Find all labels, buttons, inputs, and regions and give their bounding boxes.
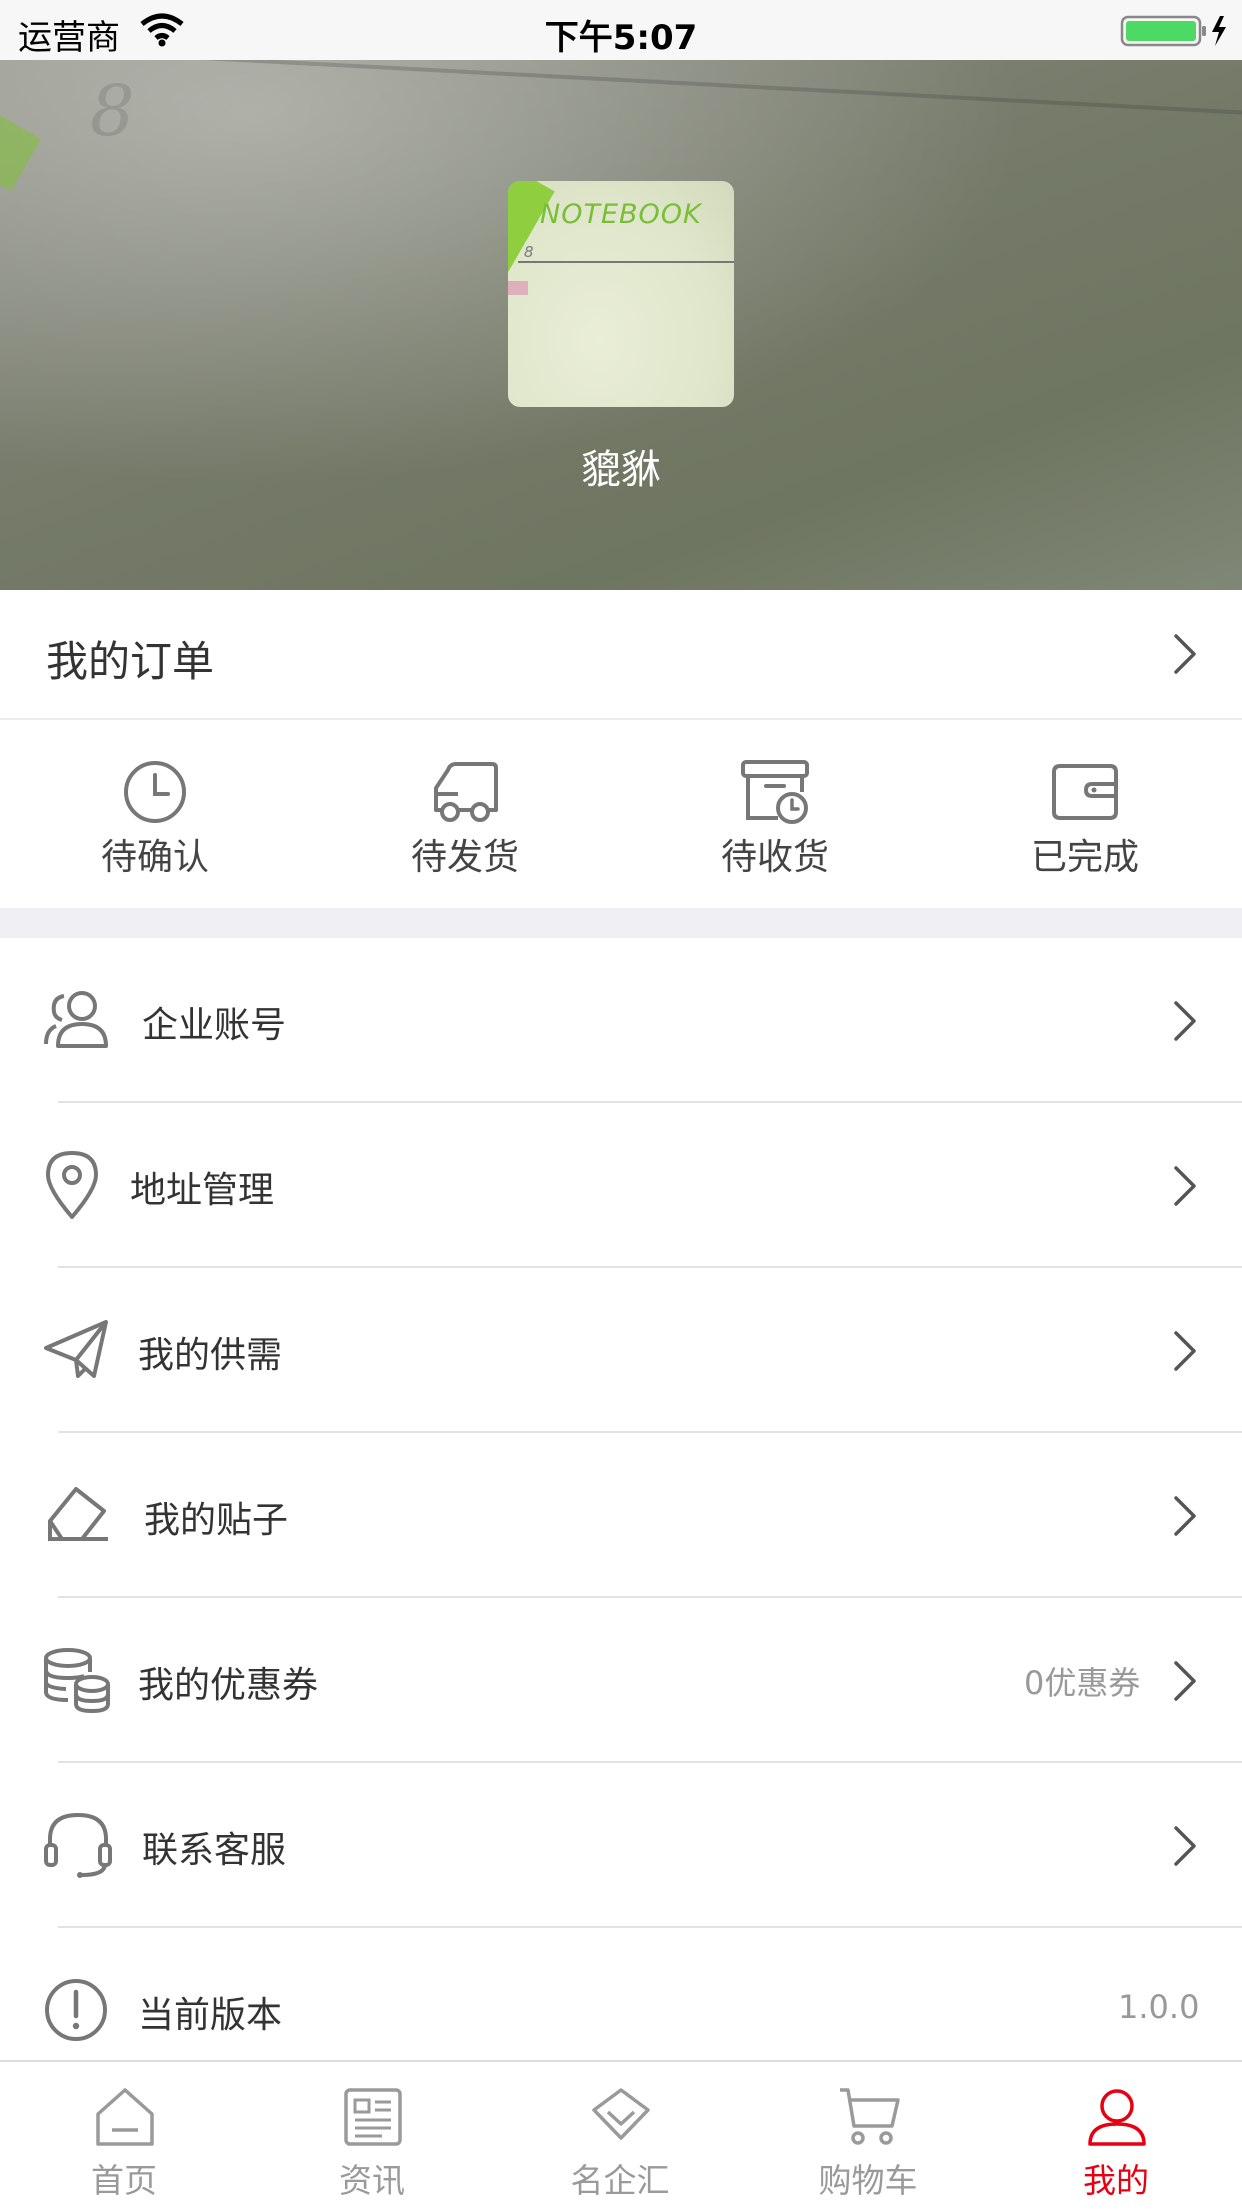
order-status-bar: 待确认 待发货 待收货 已完成 <box>0 720 1242 908</box>
paper-plane-icon <box>44 1320 108 1378</box>
location-pin-icon <box>46 1151 98 1219</box>
tab-famous-enterprises[interactable]: 名企汇 <box>496 2062 744 2210</box>
menu-item-enterprise-account[interactable]: 企业账号 <box>0 938 1242 1103</box>
chevron-right-icon <box>1174 1166 1196 1206</box>
tab-label: 我的 <box>1083 2161 1149 2200</box>
users-icon <box>44 991 108 1048</box>
home-icon <box>96 2088 154 2146</box>
avatar[interactable]: NOTEBOOK 8 <box>508 181 734 407</box>
menu-item-label: 我的优惠券 <box>138 1665 319 1706</box>
menu-item-my-posts[interactable]: 我的贴子 <box>0 1433 1242 1598</box>
order-status-label: 已完成 <box>1030 837 1139 878</box>
order-status-pending-ship[interactable]: 待发货 <box>310 720 620 908</box>
menu-item-address-management[interactable]: 地址管理 <box>0 1103 1242 1268</box>
menu-item-label: 地址管理 <box>130 1170 275 1211</box>
package-clock-icon <box>741 760 809 824</box>
profile-header: 8 NOTEBOOK 8 貔貅 <box>0 60 1242 590</box>
order-status-label: 待发货 <box>410 837 519 878</box>
tab-home[interactable]: 首页 <box>0 2062 248 2210</box>
battery-icon <box>1120 15 1226 47</box>
coins-icon <box>44 1648 110 1714</box>
menu-item-label: 我的贴子 <box>144 1500 289 1541</box>
bottom-tab-bar: 首页 资讯 名企汇 购物车 我的 <box>0 2060 1242 2210</box>
menu-item-label: 企业账号 <box>142 1005 287 1046</box>
chevron-right-icon <box>1174 1001 1196 1041</box>
menu-item-my-coupons[interactable]: 我的优惠券 0优惠券 <box>0 1598 1242 1763</box>
order-status-pending-receive[interactable]: 待收货 <box>620 720 930 908</box>
tab-mine[interactable]: 我的 <box>992 2062 1240 2210</box>
tab-label: 购物车 <box>818 2161 918 2200</box>
clock-icon <box>124 761 186 823</box>
order-status-pending-confirm[interactable]: 待确认 <box>0 720 310 908</box>
headset-icon <box>44 1812 112 1878</box>
menu-item-my-supply-demand[interactable]: 我的供需 <box>0 1268 1242 1433</box>
tab-cart[interactable]: 购物车 <box>744 2062 992 2210</box>
menu-item-customer-service[interactable]: 联系客服 <box>0 1763 1242 1928</box>
menu-item-current-version: 当前版本 1.0.0 <box>0 1928 1242 2060</box>
order-status-completed[interactable]: 已完成 <box>930 720 1240 908</box>
order-status-label: 待收货 <box>720 837 829 878</box>
order-status-label: 待确认 <box>100 837 209 878</box>
eraser-icon <box>48 1487 108 1541</box>
user-icon <box>1088 2089 1146 2146</box>
section-separator <box>0 908 1242 938</box>
tab-label: 首页 <box>91 2161 157 2200</box>
coupon-count: 0优惠券 <box>1024 1664 1141 1702</box>
status-bar: 运营商 下午5:07 <box>0 0 1242 60</box>
menu-item-label: 当前版本 <box>138 1995 283 2036</box>
my-orders-row[interactable]: 我的订单 <box>0 590 1242 720</box>
menu-item-label: 我的供需 <box>138 1335 283 1376</box>
tab-label: 名企汇 <box>570 2161 670 2200</box>
cart-icon <box>840 2088 900 2145</box>
clock-time: 下午5:07 <box>544 18 698 58</box>
chevron-right-icon <box>1174 1661 1196 1701</box>
chevron-right-icon <box>1174 1331 1196 1371</box>
my-orders-title: 我的订单 <box>46 637 215 686</box>
chevron-right-icon <box>1174 1826 1196 1866</box>
wallet-icon <box>1052 764 1118 820</box>
menu-item-label: 联系客服 <box>142 1830 287 1871</box>
tab-news[interactable]: 资讯 <box>248 2062 496 2210</box>
tab-label: 资讯 <box>339 2161 405 2200</box>
truck-icon <box>434 762 498 822</box>
avatar-notebook-text: NOTEBOOK <box>540 199 702 230</box>
chevron-right-icon <box>1174 1496 1196 1536</box>
chevron-right-icon <box>1174 634 1196 674</box>
username: 貔貅 <box>581 447 661 493</box>
diamond-icon <box>592 2088 650 2140</box>
info-icon <box>45 1979 107 2041</box>
version-number: 1.0.0 <box>1118 1988 1200 2026</box>
news-icon <box>344 2088 402 2146</box>
